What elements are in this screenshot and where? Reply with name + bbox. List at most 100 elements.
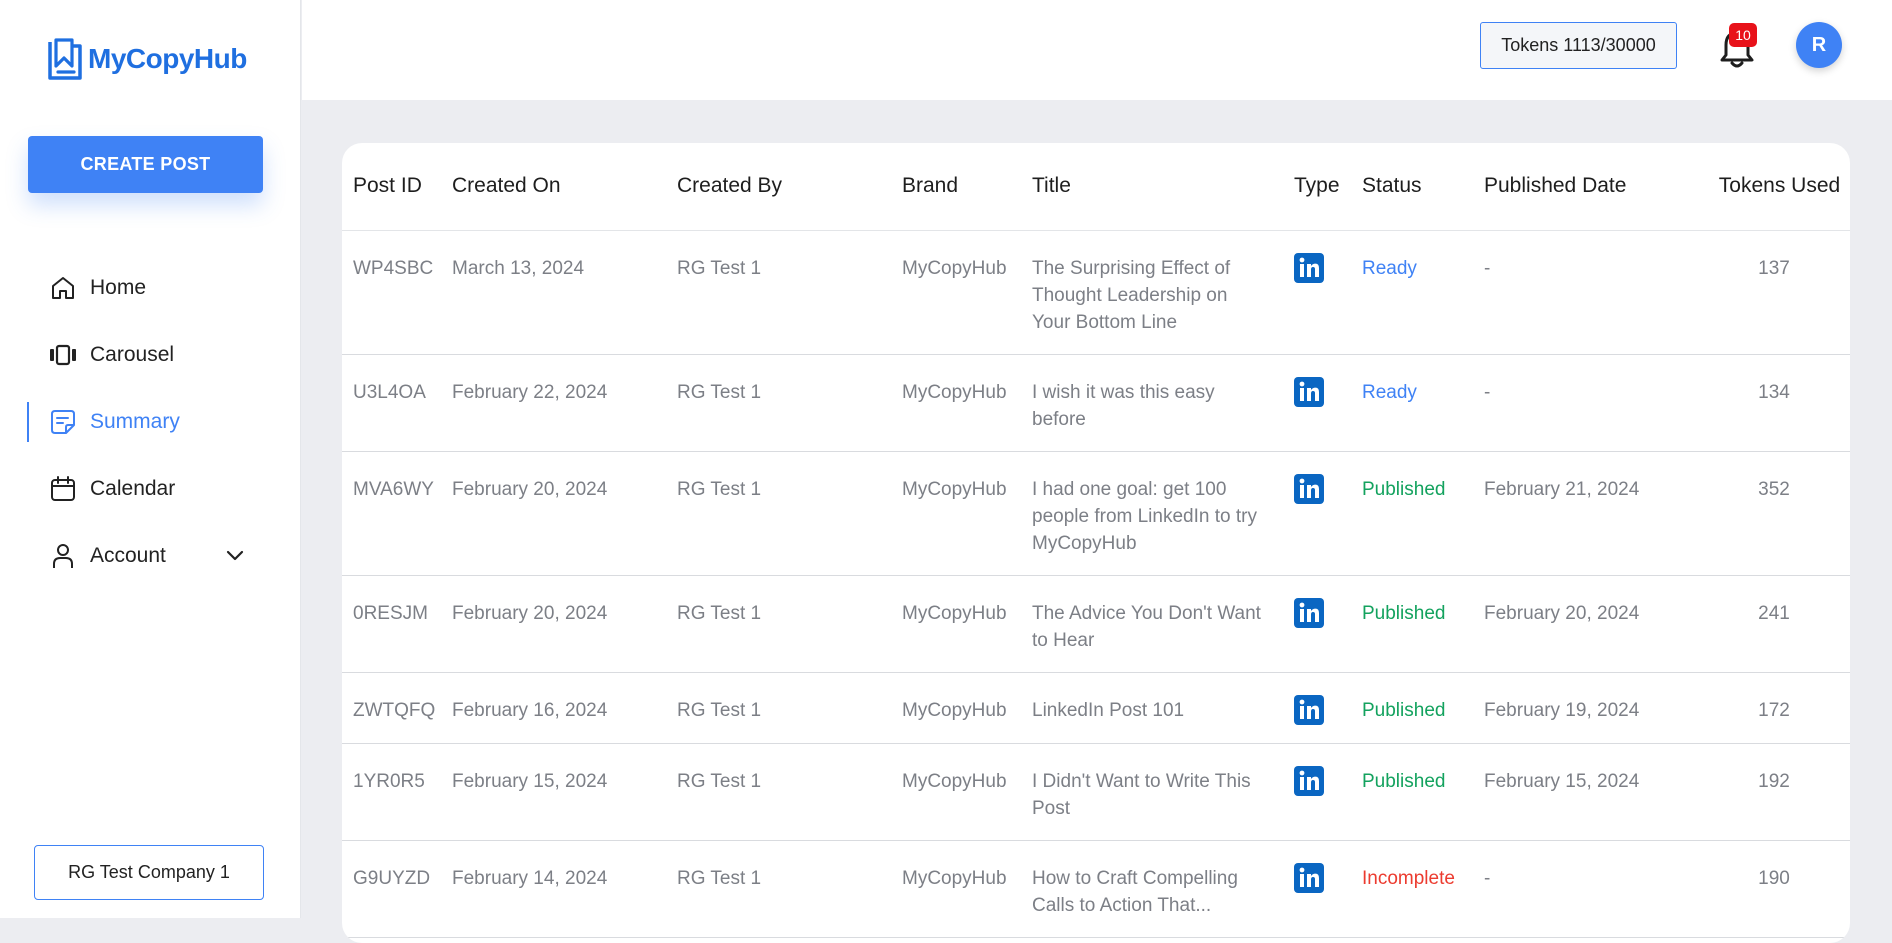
post-id-cell: MVA6WY: [342, 451, 441, 576]
sidebar-item-carousel[interactable]: Carousel: [0, 321, 300, 388]
table-row[interactable]: 1YR0R5 February 15, 2024 RG Test 1 MyCop…: [342, 743, 1850, 841]
posts-table-card: Post ID Created On Created By Brand Titl…: [342, 143, 1850, 943]
posts-table: Post ID Created On Created By Brand Titl…: [342, 143, 1850, 938]
tokens-used-cell: 172: [1698, 672, 1850, 744]
sidebar-item-label: Calendar: [90, 476, 176, 500]
table-row[interactable]: G9UYZD February 14, 2024 RG Test 1 MyCop…: [342, 840, 1850, 938]
create-post-button[interactable]: CREATE POST: [28, 136, 263, 193]
tokens-used-cell: 137: [1698, 230, 1850, 355]
table-row[interactable]: MVA6WY February 20, 2024 RG Test 1 MyCop…: [342, 451, 1850, 576]
brand-cell: MyCopyHub: [891, 575, 1021, 673]
column-header[interactable]: Post ID: [342, 143, 441, 231]
table-row[interactable]: U3L4OA February 22, 2024 RG Test 1 MyCop…: [342, 354, 1850, 452]
user-icon: [48, 541, 78, 571]
company-selector-button[interactable]: RG Test Company 1: [34, 845, 264, 900]
created-by-cell: RG Test 1: [666, 743, 891, 841]
sidebar: MyCopyHub CREATE POST Home Carousel Summ…: [0, 0, 301, 918]
column-header[interactable]: Type: [1283, 143, 1351, 231]
type-cell: [1283, 354, 1351, 452]
linkedin-icon: [1294, 376, 1324, 407]
brand-logo[interactable]: MyCopyHub: [46, 36, 247, 82]
tokens-button[interactable]: Tokens 1113/30000: [1480, 22, 1677, 69]
post-id-cell: 1YR0R5: [342, 743, 441, 841]
logo-icon: [48, 38, 82, 80]
published-date-cell: February 21, 2024: [1473, 451, 1698, 576]
tokens-used-cell: 352: [1698, 451, 1850, 576]
title-cell[interactable]: LinkedIn Post 101: [1021, 672, 1283, 744]
type-cell: [1283, 743, 1351, 841]
created-by-cell: RG Test 1: [666, 840, 891, 938]
title-cell[interactable]: I had one goal: get 100 people from Link…: [1021, 451, 1283, 576]
type-cell: [1283, 575, 1351, 673]
sidebar-item-calendar[interactable]: Calendar: [0, 455, 300, 522]
summary-icon: [48, 407, 78, 437]
brand-cell: MyCopyHub: [891, 743, 1021, 841]
published-date-cell: -: [1473, 840, 1698, 938]
type-cell: [1283, 840, 1351, 938]
sidebar-item-label: Account: [90, 543, 166, 567]
linkedin-icon: [1294, 252, 1324, 283]
notification-badge: 10: [1729, 23, 1757, 47]
linkedin-icon: [1294, 694, 1324, 725]
home-icon: [48, 273, 78, 303]
linkedin-icon: [1294, 765, 1324, 796]
created-on-cell: February 16, 2024: [441, 672, 666, 744]
title-cell[interactable]: I wish it was this easy before: [1021, 354, 1283, 452]
sidebar-nav: Home Carousel Summary Calendar Account: [0, 254, 300, 589]
published-date-cell: -: [1473, 230, 1698, 355]
brand-name: MyCopyHub: [88, 43, 247, 74]
column-header[interactable]: Title: [1021, 143, 1283, 231]
sidebar-item-label: Carousel: [90, 342, 175, 366]
carousel-icon: [48, 340, 78, 370]
table-row[interactable]: 0RESJM February 20, 2024 RG Test 1 MyCop…: [342, 575, 1850, 673]
tokens-used-cell: 241: [1698, 575, 1850, 673]
column-header[interactable]: Status: [1351, 143, 1473, 231]
table-header-row: Post ID Created On Created By Brand Titl…: [342, 143, 1850, 231]
created-on-cell: February 20, 2024: [441, 451, 666, 576]
status-cell: Published: [1351, 575, 1473, 673]
created-by-cell: RG Test 1: [666, 354, 891, 452]
brand-cell: MyCopyHub: [891, 840, 1021, 938]
status-cell: Ready: [1351, 354, 1473, 452]
published-date-cell: February 19, 2024: [1473, 672, 1698, 744]
brand-cell: MyCopyHub: [891, 354, 1021, 452]
created-on-cell: February 20, 2024: [441, 575, 666, 673]
tokens-used-cell: 134: [1698, 354, 1850, 452]
brand-cell: MyCopyHub: [891, 230, 1021, 355]
title-cell[interactable]: I Didn't Want to Write This Post: [1021, 743, 1283, 841]
status-cell: Incomplete: [1351, 840, 1473, 938]
brand-cell: MyCopyHub: [891, 451, 1021, 576]
column-header[interactable]: Brand: [891, 143, 1021, 231]
column-header[interactable]: Tokens Used: [1698, 143, 1850, 231]
brand-cell: MyCopyHub: [891, 672, 1021, 744]
sidebar-item-home[interactable]: Home: [0, 254, 300, 321]
sidebar-item-label: Home: [90, 275, 147, 299]
post-id-cell: U3L4OA: [342, 354, 441, 452]
published-date-cell: February 20, 2024: [1473, 575, 1698, 673]
title-cell[interactable]: How to Craft Compelling Calls to Action …: [1021, 840, 1283, 938]
sidebar-item-account[interactable]: Account: [0, 522, 300, 589]
linkedin-icon: [1294, 862, 1324, 893]
status-cell: Published: [1351, 672, 1473, 744]
column-header[interactable]: Published Date: [1473, 143, 1698, 231]
created-by-cell: RG Test 1: [666, 575, 891, 673]
tokens-used-cell: 190: [1698, 840, 1850, 938]
created-by-cell: RG Test 1: [666, 451, 891, 576]
post-id-cell: WP4SBC: [342, 230, 441, 355]
created-on-cell: March 13, 2024: [441, 230, 666, 355]
sidebar-item-label: Summary: [90, 409, 180, 433]
post-id-cell: G9UYZD: [342, 840, 441, 938]
published-date-cell: February 15, 2024: [1473, 743, 1698, 841]
sidebar-item-summary[interactable]: Summary: [0, 388, 300, 455]
tokens-used-cell: 192: [1698, 743, 1850, 841]
chevron-down-icon[interactable]: [224, 544, 246, 572]
status-cell: Published: [1351, 743, 1473, 841]
table-row[interactable]: ZWTQFQ February 16, 2024 RG Test 1 MyCop…: [342, 672, 1850, 744]
column-header[interactable]: Created By: [666, 143, 891, 231]
title-cell[interactable]: The Surprising Effect of Thought Leaders…: [1021, 230, 1283, 355]
column-header[interactable]: Created On: [441, 143, 666, 231]
top-header: Tokens 1113/30000 10 R: [302, 0, 1892, 100]
avatar[interactable]: R: [1796, 22, 1842, 68]
title-cell[interactable]: The Advice You Don't Want to Hear: [1021, 575, 1283, 673]
table-row[interactable]: WP4SBC March 13, 2024 RG Test 1 MyCopyHu…: [342, 230, 1850, 355]
